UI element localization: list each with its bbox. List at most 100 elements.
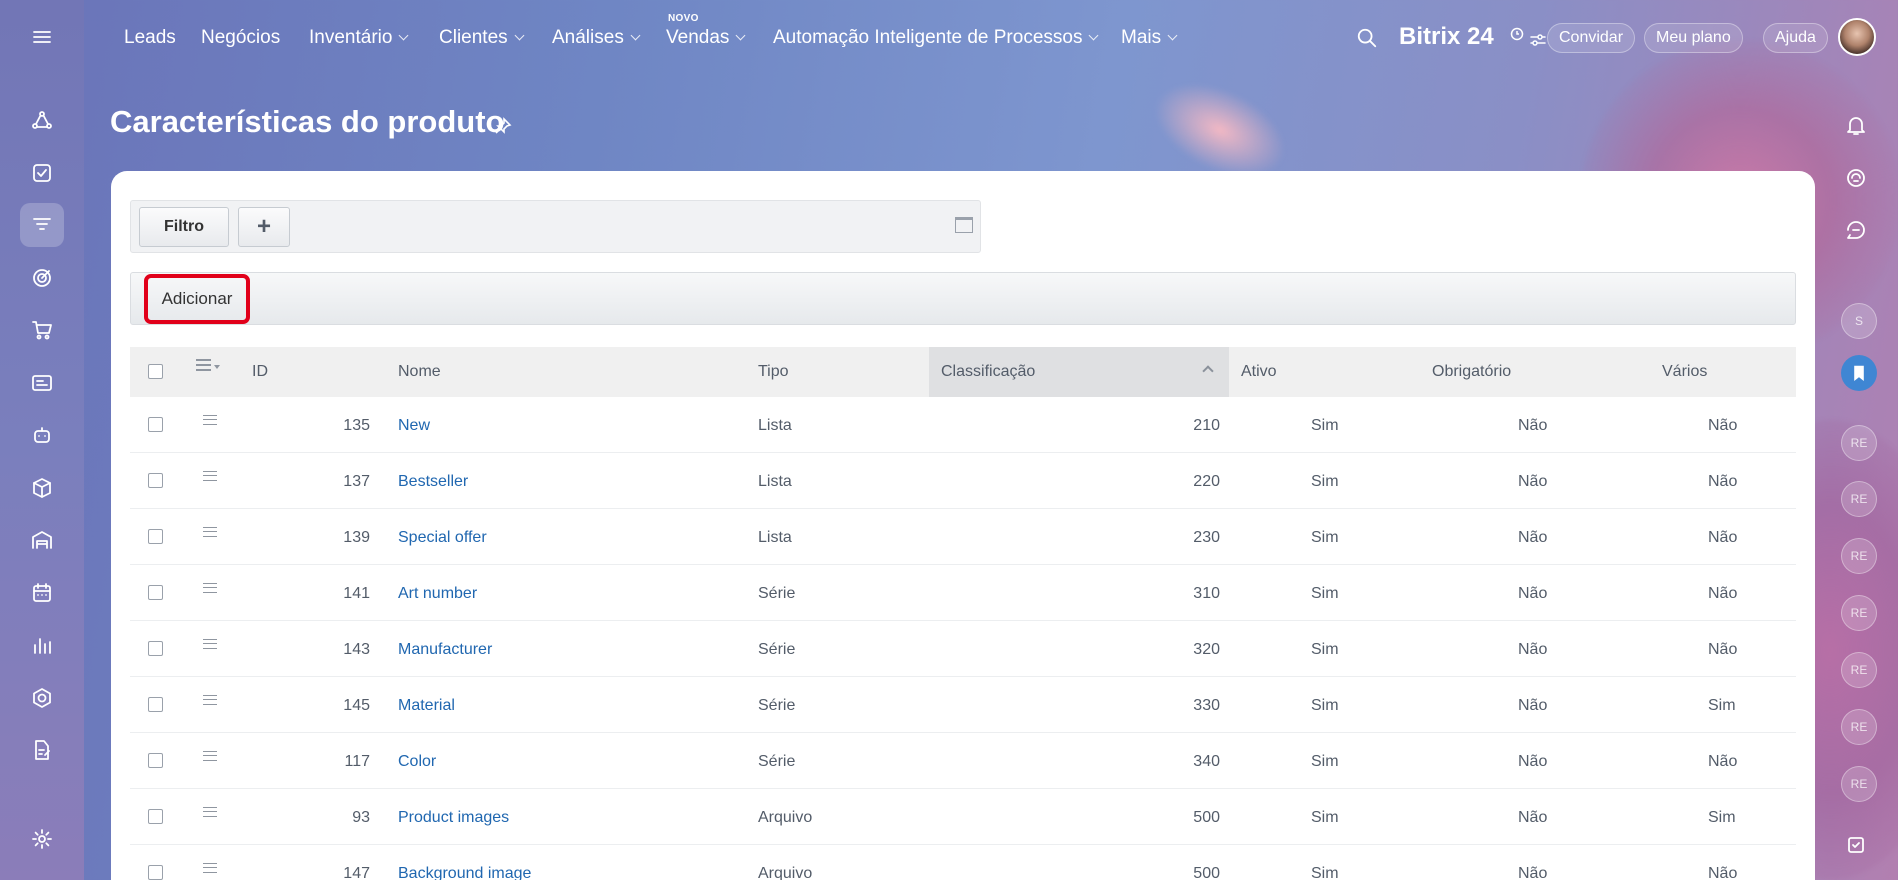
row-checkbox[interactable] (148, 473, 163, 488)
robot-icon[interactable] (20, 413, 64, 457)
column-header-type[interactable]: Tipo (758, 363, 789, 381)
row-actions-icon[interactable] (203, 471, 217, 481)
row-actions-icon[interactable] (203, 751, 217, 761)
document-sign-icon[interactable] (20, 728, 64, 772)
column-header-active[interactable]: Ativo (1241, 363, 1277, 381)
cell-required: Não (1518, 753, 1548, 770)
nav-item-sales[interactable]: Vendas (666, 27, 746, 49)
row-checkbox[interactable] (148, 417, 163, 432)
row-actions-icon[interactable] (203, 863, 217, 873)
table-row[interactable]: 145 Material Série 330 Sim Não Sim (130, 677, 1796, 733)
row-checkbox[interactable] (148, 809, 163, 824)
row-actions-icon[interactable] (203, 583, 217, 593)
warehouse-icon[interactable] (20, 518, 64, 562)
crm-icon[interactable] (20, 99, 64, 143)
maximize-icon[interactable] (955, 217, 973, 233)
cell-multiple: Não (1708, 417, 1738, 434)
sliders-icon[interactable] (1529, 32, 1547, 48)
pin-icon[interactable] (494, 117, 512, 135)
contact-avatar[interactable]: RE (1841, 709, 1877, 745)
table-row[interactable]: 139 Special offer Lista 230 Sim Não Não (130, 509, 1796, 565)
add-filter-button[interactable]: + (238, 207, 290, 247)
nav-item-deals[interactable]: Negócios (201, 27, 280, 49)
nav-item-inventory[interactable]: Inventário (309, 27, 409, 49)
bookmark-icon[interactable] (1841, 355, 1877, 391)
settings-icon[interactable] (20, 817, 64, 861)
target-icon[interactable] (20, 256, 64, 300)
menu-icon[interactable] (20, 15, 64, 59)
cell-name-link[interactable]: Product images (398, 809, 509, 827)
bell-icon[interactable] (1839, 108, 1873, 142)
cell-name-link[interactable]: Art number (398, 585, 477, 603)
cell-id: 145 (343, 697, 370, 714)
row-actions-icon[interactable] (203, 807, 217, 817)
column-header-multiple[interactable]: Vários (1662, 363, 1707, 381)
row-checkbox[interactable] (148, 865, 163, 880)
grid-header: ID Nome Tipo Classificação Ativo Obrigat… (130, 347, 1796, 397)
copilot-icon[interactable] (1839, 161, 1873, 195)
table-row[interactable]: 93 Product images Arquivo 500 Sim Não Sim (130, 789, 1796, 845)
analytics-icon[interactable] (20, 623, 64, 667)
tasks-icon[interactable] (20, 151, 64, 195)
nav-item-leads[interactable]: Leads (124, 27, 176, 49)
contact-avatar[interactable]: RE (1841, 425, 1877, 461)
nav-item-more[interactable]: Mais (1121, 27, 1178, 49)
brand-logo[interactable]: Bitrix 24 (1399, 23, 1494, 51)
table-row[interactable]: 117 Color Série 340 Sim Não Não (130, 733, 1796, 789)
filter-button[interactable]: Filtro (139, 207, 229, 247)
box-icon[interactable] (20, 466, 64, 510)
column-header-required[interactable]: Obrigatório (1432, 363, 1511, 381)
row-actions-icon[interactable] (203, 527, 217, 537)
funnel-icon[interactable] (20, 203, 64, 247)
column-header-id[interactable]: ID (252, 363, 268, 381)
column-settings-icon[interactable] (196, 359, 222, 373)
nav-item-clients[interactable]: Clientes (439, 27, 525, 49)
cell-name-link[interactable]: Color (398, 753, 436, 771)
column-header-name[interactable]: Nome (398, 363, 441, 381)
table-row[interactable]: 147 Background image Arquivo 500 Sim Não Não (130, 845, 1796, 880)
cart-icon[interactable] (20, 308, 64, 352)
table-row[interactable]: 143 Manufacturer Série 320 Sim Não Não (130, 621, 1796, 677)
nav-item-analytics[interactable]: Análises (552, 27, 641, 49)
row-actions-icon[interactable] (203, 639, 217, 649)
cell-name-link[interactable]: Material (398, 697, 455, 715)
row-checkbox[interactable] (148, 529, 163, 544)
hexagon-icon[interactable] (20, 676, 64, 720)
column-header-sort[interactable]: Classificação (941, 363, 1035, 381)
contact-avatar[interactable]: RE (1841, 538, 1877, 574)
table-row[interactable]: 137 Bestseller Lista 220 Sim Não Não (130, 453, 1796, 509)
contact-avatar[interactable]: RE (1841, 766, 1877, 802)
add-button[interactable]: Adicionar (144, 274, 250, 324)
row-checkbox[interactable] (148, 641, 163, 656)
row-checkbox[interactable] (148, 753, 163, 768)
help-button[interactable]: Ajuda (1763, 23, 1828, 53)
cell-name-link[interactable]: Background image (398, 865, 531, 880)
table-row[interactable]: 141 Art number Série 310 Sim Não Não (130, 565, 1796, 621)
row-actions-icon[interactable] (203, 415, 217, 425)
chat-icon[interactable] (1839, 213, 1873, 247)
select-all-checkbox[interactable] (148, 364, 163, 379)
row-actions-icon[interactable] (203, 695, 217, 705)
user-avatar[interactable] (1838, 18, 1876, 56)
contact-avatar[interactable]: RE (1841, 481, 1877, 517)
invoice-icon[interactable] (20, 361, 64, 405)
search-icon[interactable] (1356, 27, 1378, 49)
my-plan-button[interactable]: Meu plano (1644, 23, 1743, 53)
contact-avatar[interactable]: S (1841, 303, 1877, 339)
nav-item-automation[interactable]: Automação Inteligente de Processos (773, 27, 1099, 49)
contact-avatar[interactable]: RE (1841, 595, 1877, 631)
cell-name-link[interactable]: Manufacturer (398, 641, 492, 659)
cell-sort: 330 (1193, 697, 1220, 714)
cell-name-link[interactable]: New (398, 417, 430, 435)
row-checkbox[interactable] (148, 585, 163, 600)
left-sidebar (0, 0, 84, 880)
contact-avatar[interactable]: RE (1841, 652, 1877, 688)
table-row[interactable]: 135 New Lista 210 Sim Não Não (130, 397, 1796, 453)
invite-button[interactable]: Convidar (1547, 23, 1636, 53)
cell-name-link[interactable]: Special offer (398, 529, 487, 547)
page-title: Características do produto (110, 104, 505, 139)
checklist-icon[interactable] (1839, 828, 1873, 862)
cell-name-link[interactable]: Bestseller (398, 473, 468, 491)
row-checkbox[interactable] (148, 697, 163, 712)
calendar-icon[interactable] (20, 571, 64, 615)
